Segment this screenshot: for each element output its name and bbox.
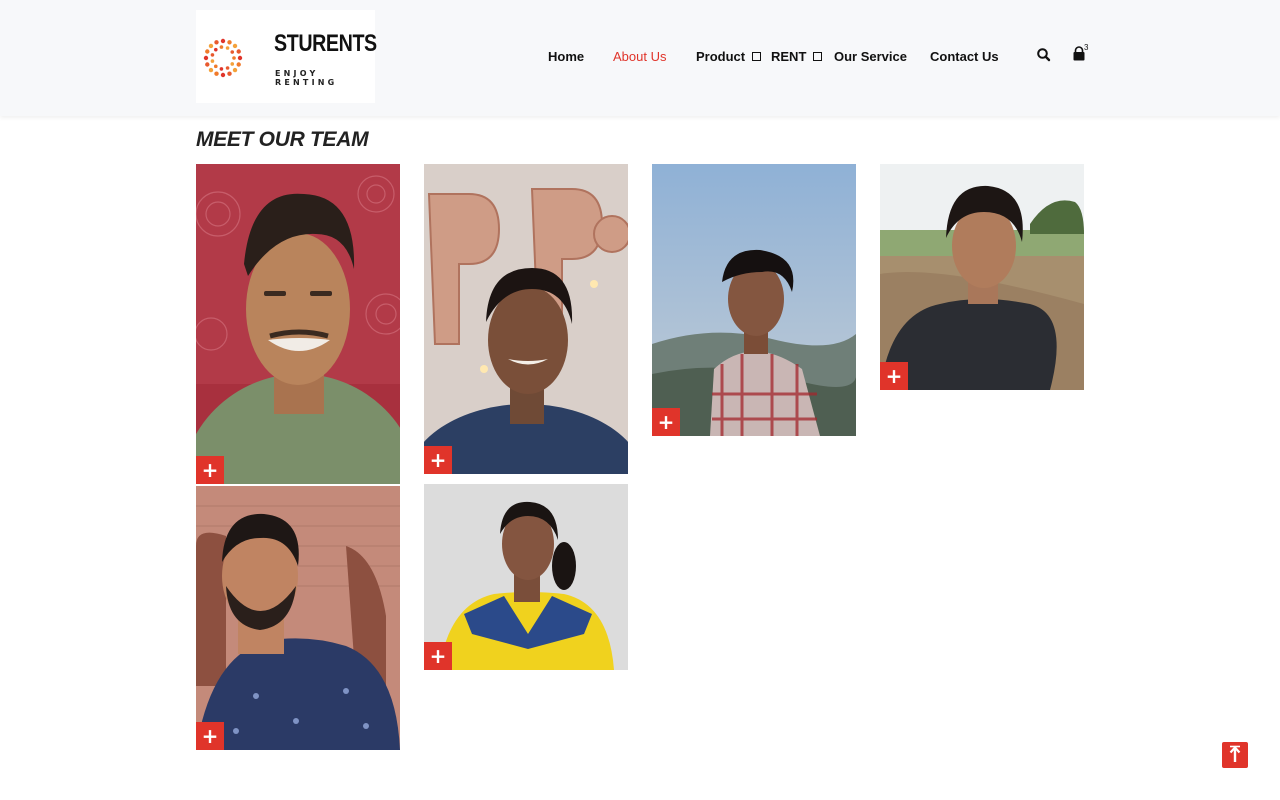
expand-plus-button[interactable]: +: [652, 408, 680, 436]
nav-our-service[interactable]: Our Service: [834, 46, 907, 66]
team-member-photo: [880, 164, 1084, 390]
team-member-photo: [424, 164, 628, 474]
logo-dot: [208, 67, 214, 73]
logo-dot: [210, 53, 215, 57]
nav-rent-label: RENT: [771, 48, 807, 64]
logo-dot: [214, 40, 219, 45]
team-member-card[interactable]: +: [880, 164, 1084, 390]
team-member-photo: [196, 486, 400, 750]
expand-plus-button[interactable]: +: [196, 722, 224, 750]
logo-dot: [230, 50, 235, 54]
logo-dot: [205, 62, 210, 67]
logo-dot: [220, 38, 226, 44]
logo-dot: [219, 45, 224, 49]
logo-dot: [227, 71, 232, 76]
search-icon[interactable]: [1033, 44, 1055, 66]
logo-dot: [236, 62, 241, 67]
logo-dot: [227, 40, 232, 45]
logo-dot: [203, 55, 209, 61]
team-member-photo: [652, 164, 856, 436]
logo-dot: [232, 56, 236, 60]
logo-dot: [213, 64, 218, 69]
dropdown-toggle-icon: [813, 52, 823, 61]
expand-plus-button[interactable]: +: [880, 362, 908, 390]
cart-count-badge: 3: [1084, 43, 1089, 52]
nav-contact-us-label: Contact Us: [930, 48, 999, 64]
logo-dot: [220, 72, 226, 78]
team-member-card[interactable]: +: [652, 164, 856, 436]
team-member-card[interactable]: +: [424, 164, 628, 474]
nav-our-service-label: Our Service: [834, 48, 907, 64]
expand-plus-button[interactable]: +: [424, 642, 452, 670]
nav-about-us-label: About Us: [613, 48, 667, 64]
nav-contact-us[interactable]: Contact Us: [930, 46, 999, 66]
nav-about-us[interactable]: About Us: [613, 46, 666, 66]
expand-plus-button[interactable]: +: [424, 446, 452, 474]
team-member-photo: [424, 484, 628, 670]
brand-tagline: ENJOY RENTING: [275, 69, 338, 87]
team-member-photo: [196, 164, 400, 484]
arrow-up-icon: [1229, 745, 1241, 762]
logo-dot: [208, 43, 214, 49]
logo-dot: [214, 71, 219, 76]
logo-dot: [225, 46, 230, 50]
page-title: MEET OUR TEAM: [196, 128, 369, 151]
logo-dot: [225, 66, 230, 70]
logo-dot: [237, 55, 243, 61]
brand-logo[interactable]: STURENTS ENJOY RENTING: [196, 10, 377, 103]
logo-dot: [236, 49, 241, 54]
logo-dot: [205, 49, 210, 54]
brand-name: STURENTS: [274, 30, 377, 57]
logo-ring-icon: [203, 38, 243, 78]
logo-dot: [219, 67, 224, 71]
logo-dot: [210, 59, 215, 63]
scroll-to-top-button[interactable]: [1222, 742, 1248, 768]
dropdown-toggle-icon: [752, 52, 762, 61]
nav-product[interactable]: Product: [696, 46, 762, 66]
team-member-card[interactable]: +: [424, 484, 628, 670]
logo-dot: [230, 62, 235, 66]
nav-home-label: Home: [548, 48, 585, 64]
logo-dot: [232, 67, 238, 73]
site-header: STURENTS ENJOY RENTING Home About Us Pro…: [0, 0, 1280, 116]
nav-home[interactable]: Home: [548, 46, 584, 66]
logo-dot: [213, 47, 218, 52]
expand-plus-button[interactable]: +: [196, 456, 224, 484]
team-member-card[interactable]: +: [196, 486, 400, 750]
nav-rent[interactable]: RENT: [771, 46, 823, 66]
logo-dot: [232, 43, 238, 49]
team-member-card[interactable]: +: [196, 164, 400, 484]
nav-product-label: Product: [696, 48, 746, 64]
